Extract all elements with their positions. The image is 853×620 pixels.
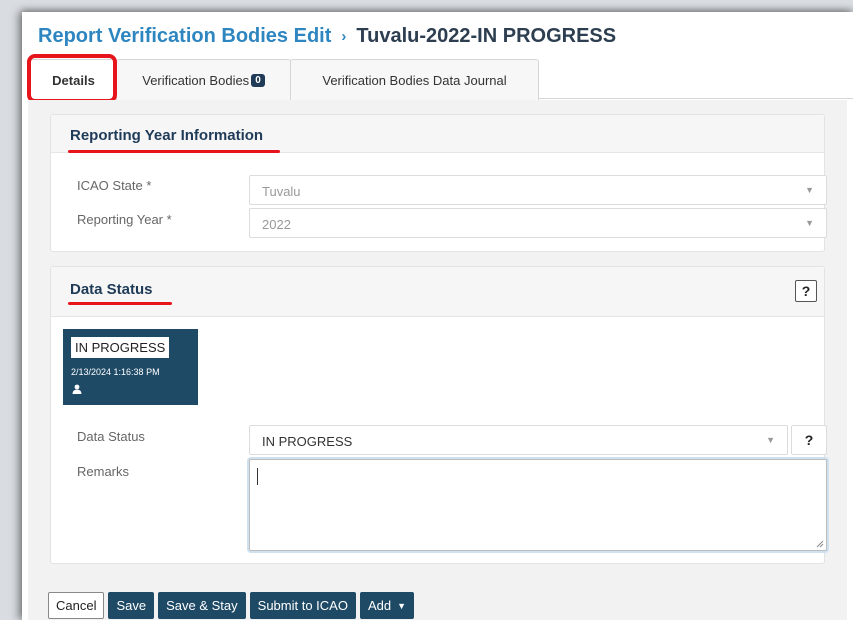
panel-header: Data Status ?	[51, 267, 824, 317]
status-history-card[interactable]: IN PROGRESS 2/13/2024 1:16:38 PM	[63, 329, 198, 405]
help-button[interactable]: ?	[791, 425, 827, 455]
tab-details[interactable]: Details	[30, 59, 117, 101]
red-underline-annotation	[68, 150, 280, 153]
tab-data-journal-label: Verification Bodies Data Journal	[322, 72, 507, 88]
chevron-down-icon: ▼	[805, 185, 814, 195]
reporting-year-panel: Reporting Year Information ICAO State * …	[50, 114, 827, 252]
red-underline-annotation	[68, 302, 172, 305]
add-button-label: Add	[367, 598, 392, 613]
tab-verification-bodies-label: Verification Bodies	[142, 72, 250, 88]
reporting-year-value: 2022	[262, 217, 291, 232]
action-bar: Cancel Save Save & Stay Submit to ICAO A…	[48, 592, 415, 619]
data-status-value: IN PROGRESS	[262, 434, 353, 449]
text-cursor	[257, 468, 258, 485]
data-status-panel: Data Status ? IN PROGRESS 2/13/2024 1:16…	[50, 266, 827, 564]
reporting-year-select[interactable]: 2022 ▼	[249, 208, 827, 238]
breadcrumb-link[interactable]: Report Verification Bodies Edit	[38, 25, 331, 48]
icao-state-select[interactable]: Tuvalu ▼	[249, 175, 827, 205]
tab-bar: Details Verification Bodies 0 Verificati…	[28, 59, 853, 101]
chevron-down-icon: ▼	[805, 218, 814, 228]
data-status-select[interactable]: IN PROGRESS ▼	[249, 425, 788, 455]
reporting-year-label: Reporting Year *	[77, 212, 172, 227]
icao-state-value: Tuvalu	[262, 184, 301, 199]
panel-header: Reporting Year Information	[51, 115, 824, 153]
help-button[interactable]: ?	[795, 280, 817, 302]
cancel-button[interactable]: Cancel	[48, 592, 105, 619]
icao-state-label: ICAO State *	[77, 178, 152, 193]
remarks-textarea[interactable]	[249, 459, 827, 551]
status-timestamp: 2/13/2024 1:16:38 PM	[71, 367, 160, 377]
panel-title: Data Status	[70, 281, 153, 298]
breadcrumb-current: Tuvalu-2022-IN PROGRESS	[356, 25, 617, 47]
caret-down-icon: ▼	[397, 600, 407, 611]
app-window: Report Verification Bodies Edit › Tuvalu…	[22, 12, 853, 620]
remarks-label: Remarks	[77, 464, 130, 479]
main-content: Reporting Year Information ICAO State * …	[28, 100, 847, 620]
tab-details-label: Details	[52, 73, 95, 88]
data-status-label: Data Status	[77, 429, 145, 444]
panel-title: Reporting Year Information	[70, 127, 264, 144]
tab-data-journal[interactable]: Verification Bodies Data Journal	[290, 59, 539, 100]
save-button[interactable]: Save	[108, 592, 155, 619]
user-icon	[72, 384, 82, 394]
status-label: IN PROGRESS	[71, 337, 170, 358]
save-stay-button[interactable]: Save & Stay	[158, 592, 246, 619]
chevron-down-icon: ▼	[766, 435, 775, 445]
add-dropdown-button[interactable]: Add ▼	[359, 592, 415, 619]
submit-to-icao-button[interactable]: Submit to ICAO	[249, 592, 356, 619]
page-title: Report Verification Bodies Edit › Tuvalu…	[38, 25, 616, 48]
tab-verification-bodies[interactable]: Verification Bodies 0	[116, 59, 291, 100]
count-badge: 0	[251, 73, 265, 87]
chevron-right-icon: ›	[341, 28, 347, 45]
resize-grip-icon[interactable]	[816, 540, 824, 548]
